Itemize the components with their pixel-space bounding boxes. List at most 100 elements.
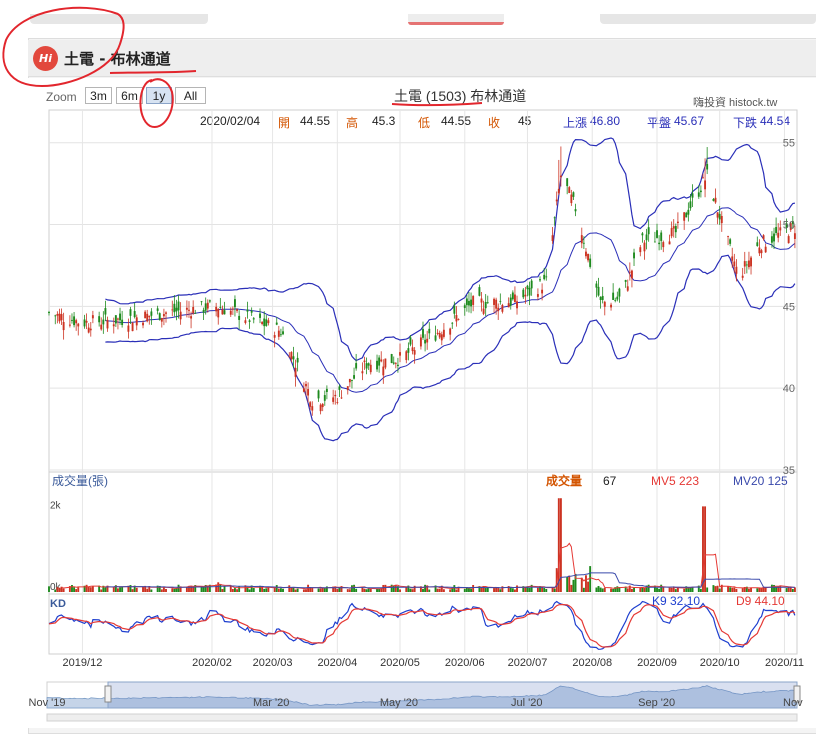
volume-bar: [234, 588, 236, 592]
candle-body: [119, 313, 121, 321]
candle-body: [144, 311, 147, 319]
candle-body: [603, 301, 606, 307]
volume-bar: [112, 586, 115, 592]
candle-body: [612, 292, 615, 300]
candle-body: [48, 311, 50, 314]
volume-bar: [279, 588, 282, 592]
volume-bar: [758, 587, 761, 592]
candle-body: [660, 232, 663, 241]
candle-body: [451, 322, 454, 324]
candle-body: [639, 247, 642, 253]
volume-bar: [277, 588, 280, 592]
navigator[interactable]: Nov '19 Mar '20 May '20 Jul '20 Sep '20 Nov: [29, 681, 804, 722]
volume-bar: [367, 588, 370, 592]
candle-body: [336, 402, 339, 403]
volume-bar: [146, 588, 149, 592]
volume-bar: [223, 586, 226, 592]
candle-body: [409, 337, 412, 345]
candle-body: [624, 280, 627, 282]
candle-body: [248, 320, 251, 322]
volume-bar: [516, 585, 518, 592]
volume-bar: [355, 588, 358, 592]
volume-bar: [62, 588, 65, 592]
volume-bar: [117, 588, 119, 592]
volume-bar: [499, 589, 502, 592]
candle-body: [112, 324, 115, 327]
candle-body: [720, 215, 723, 224]
candle-body: [699, 190, 702, 193]
volume-bar: [365, 589, 368, 592]
volume-bar: [662, 587, 665, 592]
candle-body: [704, 180, 707, 190]
candle-body: [633, 252, 635, 259]
candle-body: [367, 363, 370, 366]
candle-body: [714, 197, 717, 203]
candle-body: [536, 294, 539, 297]
volume-bar: [497, 588, 500, 592]
candle-body: [777, 232, 780, 238]
volume-bar: [89, 587, 92, 592]
grid: [48, 109, 798, 655]
navigator-tick-label: Jul '20: [511, 697, 542, 709]
stock-chart[interactable]: 3540455055 0k2k 2019/12 2020/02 2020/03 202…: [0, 0, 816, 732]
candle-body: [246, 309, 249, 312]
candle-body: [478, 287, 481, 296]
candle-body: [733, 261, 736, 267]
candle-body: [773, 233, 775, 242]
bollinger-mid-line: [105, 207, 796, 393]
candle-body: [58, 313, 61, 322]
volume-bar: [553, 588, 556, 592]
candle-body: [223, 310, 226, 315]
volume-bar: [175, 588, 178, 592]
volume-bar: [392, 585, 395, 592]
candle-body: [745, 264, 748, 266]
volume-bar: [336, 589, 339, 592]
candle-body: [376, 360, 378, 370]
candle-body: [378, 357, 381, 366]
candle-body: [348, 379, 351, 383]
candle-body: [570, 194, 573, 204]
volume-bar: [246, 587, 249, 592]
candle-body: [394, 362, 397, 364]
candle-body: [672, 226, 675, 229]
candle-body: [793, 233, 796, 239]
candle-body: [307, 389, 310, 396]
candle-body: [305, 383, 307, 387]
candle-body: [156, 308, 159, 311]
x-tick-label: 2020/10: [700, 657, 740, 669]
candle-body: [582, 242, 585, 244]
volume-bar: [219, 584, 222, 592]
volume-y-tick: 2k: [50, 500, 62, 511]
volume-bar: [741, 588, 744, 592]
volume-bar: [150, 589, 153, 592]
navigator-tick-label: Mar '20: [253, 697, 289, 709]
candle-body: [449, 328, 452, 335]
candle-body: [566, 178, 569, 187]
x-tick-label: 2020/04: [317, 657, 357, 669]
plot-frame: [48, 109, 798, 655]
candle-body: [645, 234, 648, 241]
candle-body: [422, 329, 424, 338]
candle-body: [470, 299, 473, 307]
candle-body: [465, 298, 468, 306]
volume-bar: [129, 585, 132, 592]
candle-body: [396, 364, 399, 366]
candle-body: [87, 327, 90, 333]
candle-body: [71, 319, 73, 321]
volume-bar: [202, 586, 205, 592]
candle-body: [185, 307, 188, 310]
candle-body: [656, 230, 658, 238]
volume-bar: [572, 579, 575, 592]
candle-body: [221, 309, 224, 315]
candle-body: [405, 351, 408, 361]
candle-body: [559, 175, 562, 178]
candle-body: [219, 306, 222, 308]
navigator-tick-label: Nov: [783, 697, 803, 709]
candle-body: [60, 314, 63, 321]
candle-body: [407, 348, 410, 353]
candle-body: [756, 242, 759, 247]
volume-bar: [424, 584, 427, 592]
candle-body: [453, 305, 456, 314]
candle-body: [217, 308, 220, 318]
candle-body: [75, 320, 78, 324]
